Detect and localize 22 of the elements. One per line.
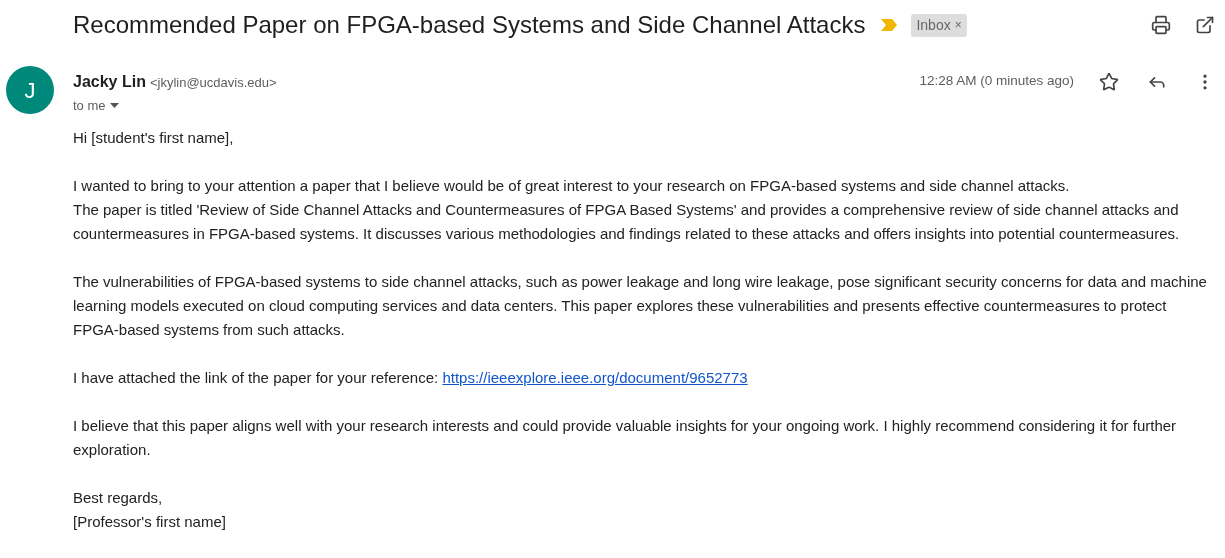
recipient-dropdown[interactable]: to me	[73, 96, 119, 116]
message-text: Hi [student's first name],	[73, 127, 235, 148]
message-text: The vulnerabilities of FPGA-based systems to side channel attacks, such as power leakage and long wire leakage, pose significant security concerns for data and machine learning models executed on cloud computing services and data centers. This paper explores these vulnerabilities and presents effective countermeasures to protect FPGA-based systems from such attacks.	[73, 271, 1208, 340]
sender-email: <jkylin@ucdavis.edu>	[149, 74, 277, 92]
paper-link[interactable]: https://ieeexplore.ieee.org/document/9652773	[442, 368, 748, 386]
message-time: 12:28 AM (0 minutes ago)	[919, 72, 1074, 90]
sender-name: Jacky Lin	[73, 72, 146, 92]
sender-avatar: J	[6, 66, 54, 114]
caret-icon	[109, 103, 119, 109]
email-subject: Recommended Paper on FPGA-based Systems and Side Channel Attacks	[73, 10, 866, 40]
message-text: I wanted to bring to your attention a paper that I believe would be of great interest to your research on FPGA-based systems and side channel attacks.	[73, 175, 1071, 196]
message-text: Best regards,	[73, 487, 164, 508]
message-text: I believe that this paper aligns well with your research interests and could provide valuable insights for your ongoing work. I highly recommend considering it for further exploration.	[73, 415, 1178, 460]
remove-label-button[interactable]: ×	[954, 16, 962, 34]
message-text: [Professor's first name]	[73, 511, 227, 532]
label-text: Inbox	[916, 15, 951, 35]
star-icon[interactable]	[1099, 72, 1119, 92]
message-text: I have attached the link of the paper for your reference: https://ieeexplore.ieee.org/document/9652773	[73, 367, 749, 388]
message-text: The paper is titled 'Review of Side Channel Attacks and Countermeasures of FPGA Based Systems' and provides a comprehensive review of side channel attacks and countermeasures in FPGA-based systems. It discusses various methodologies and findings related to these attacks and offers insights into potential countermeasures.	[73, 199, 1181, 244]
open-in-new-window-icon[interactable]	[1195, 15, 1215, 35]
importance-marker-icon[interactable]	[881, 19, 898, 31]
print-icon[interactable]	[1151, 15, 1171, 35]
